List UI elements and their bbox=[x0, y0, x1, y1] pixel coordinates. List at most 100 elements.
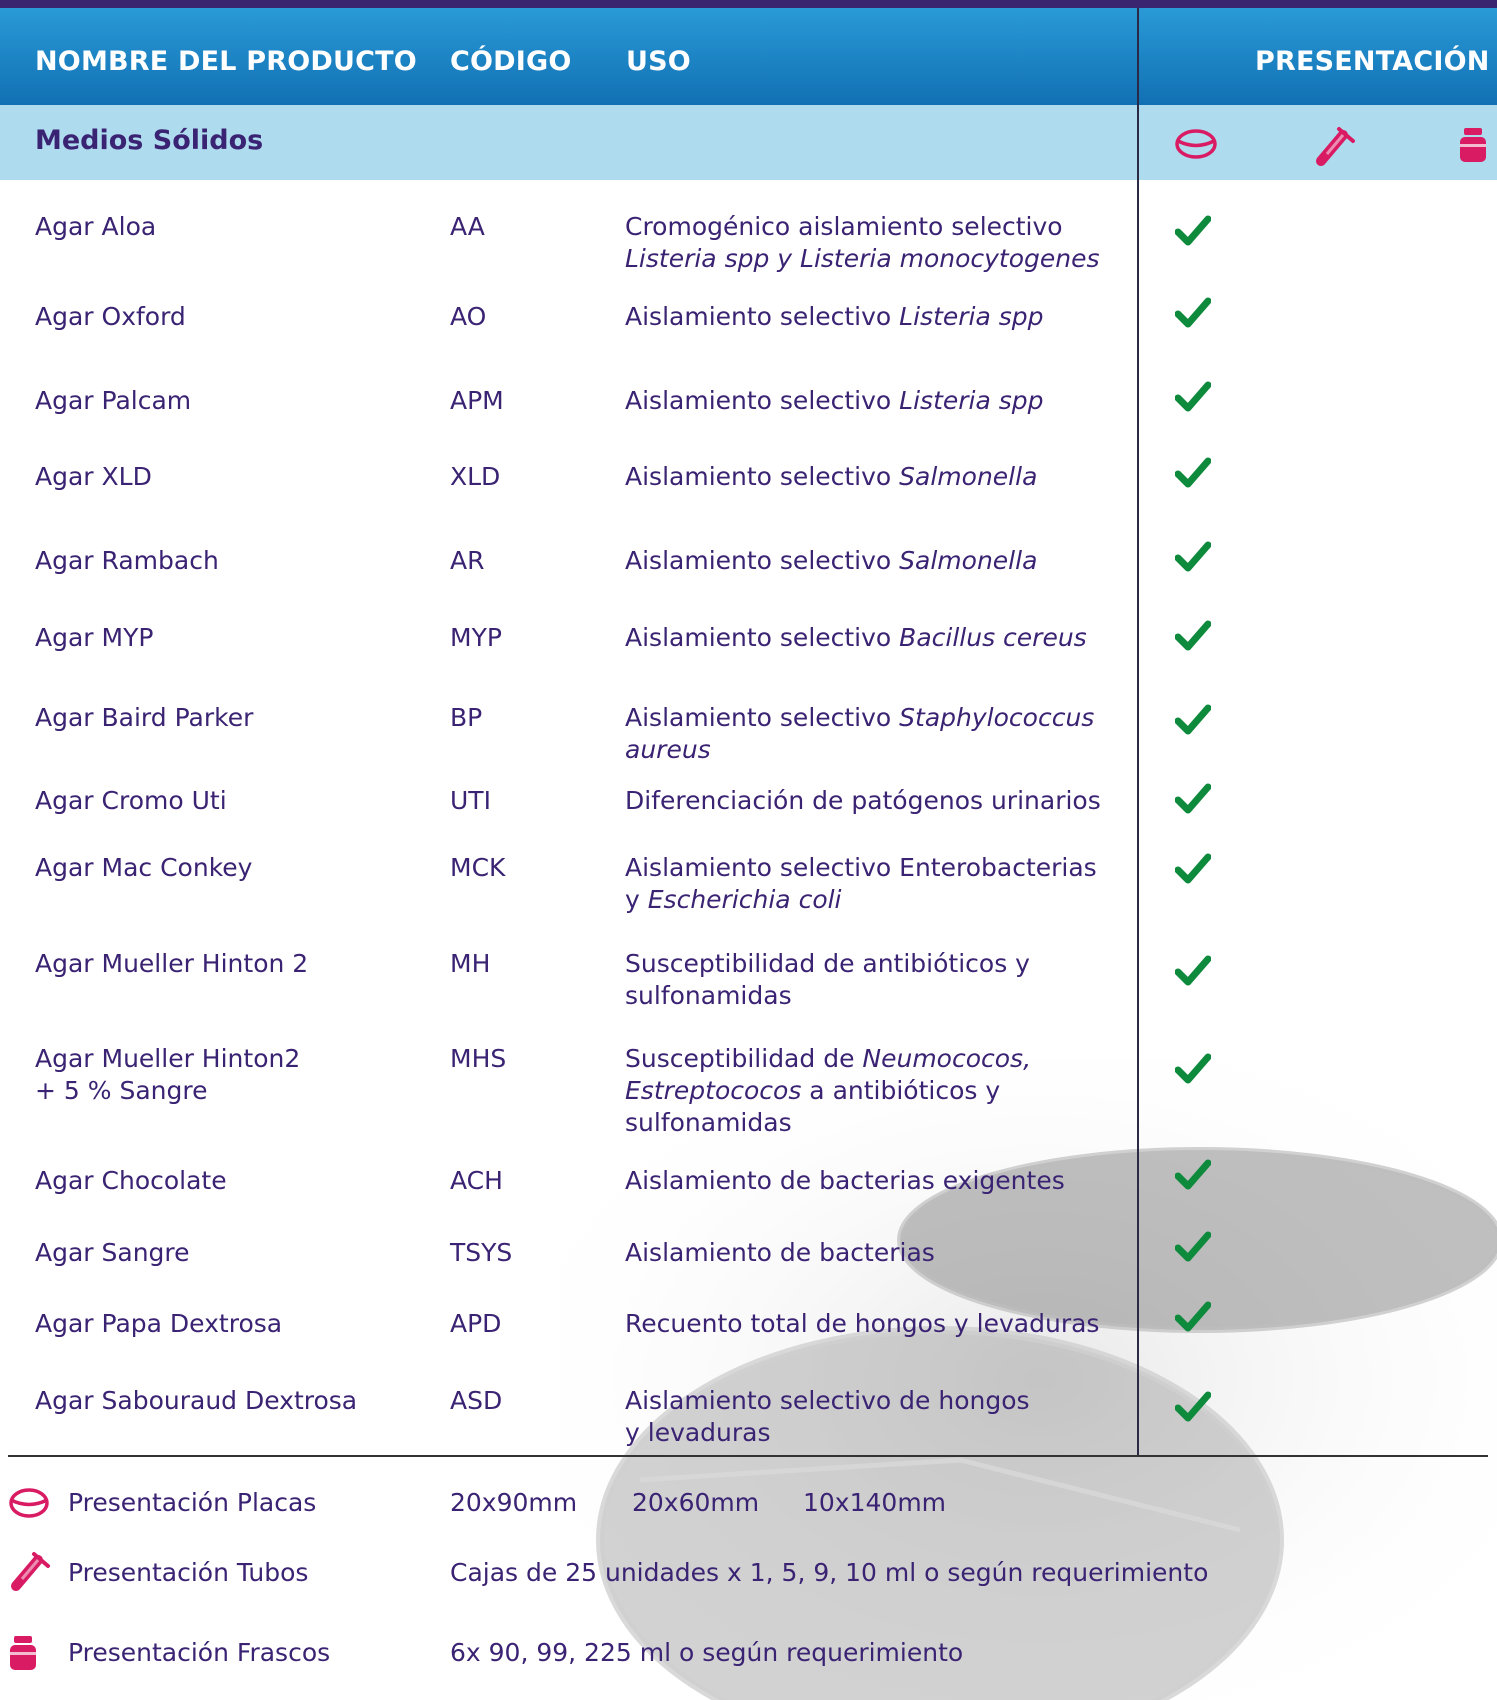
use-organism: Salmonella bbox=[899, 546, 1038, 575]
section-solid-media: Medios Sólidos bbox=[0, 105, 1497, 180]
product-use-line1: Aislamiento selectivo Listeria spp bbox=[625, 385, 1044, 417]
use-text: Aislamiento selectivo bbox=[625, 703, 900, 732]
use-text: Recuento total de hongos y levaduras bbox=[625, 1309, 1100, 1338]
use-organism: Listeria spp bbox=[899, 386, 1044, 415]
check-icon bbox=[1175, 704, 1211, 735]
product-code: AA bbox=[450, 212, 485, 241]
use-text: Aislamiento selectivo Enterobacterias bbox=[625, 853, 1097, 882]
product-name: Agar Mueller Hinton2 bbox=[35, 1044, 301, 1073]
use-text: y levaduras bbox=[625, 1418, 771, 1447]
product-use-line1: Aislamiento selectivo Listeria spp bbox=[625, 301, 1044, 333]
product-use-line1: Recuento total de hongos y levaduras bbox=[625, 1308, 1099, 1340]
check-icon bbox=[1175, 853, 1211, 884]
section-title: Medios Sólidos bbox=[35, 125, 264, 156]
product-use-line1: Aislamiento selectivo Salmonella bbox=[625, 461, 1037, 493]
check-icon bbox=[1175, 1391, 1211, 1422]
check-icon bbox=[1175, 955, 1211, 986]
product-use-line2: y levaduras bbox=[625, 1417, 771, 1449]
legend-placas-size-1: 20x90mm bbox=[450, 1488, 578, 1517]
use-text: Aislamiento selectivo bbox=[625, 302, 900, 331]
product-use-line1: Aislamiento selectivo Staphylococcus bbox=[625, 702, 1094, 734]
check-icon bbox=[1175, 297, 1211, 328]
use-text: Aislamiento de bacterias bbox=[625, 1238, 935, 1267]
petri-dish-background bbox=[560, 1060, 1497, 1700]
check-icon bbox=[1175, 541, 1211, 572]
use-text: Susceptibilidad de antibióticos y bbox=[625, 949, 1030, 978]
product-name: Agar Sabouraud Dextrosa bbox=[35, 1386, 358, 1415]
product-name: Agar Baird Parker bbox=[35, 703, 254, 732]
product-code: ASD bbox=[450, 1386, 503, 1415]
bottle-icon bbox=[10, 1636, 36, 1670]
use-text: Aislamiento de bacterias exigentes bbox=[625, 1166, 1065, 1195]
product-code: APM bbox=[450, 386, 504, 415]
product-name: Agar Chocolate bbox=[35, 1166, 227, 1195]
product-code: XLD bbox=[450, 462, 501, 491]
use-organism: Listeria spp bbox=[899, 302, 1044, 331]
presentation-divider bbox=[1137, 8, 1139, 1456]
product-use-line1: Aislamiento selectivo de hongos bbox=[625, 1385, 1030, 1417]
legend-placas-label: Presentación Placas bbox=[68, 1488, 317, 1517]
check-icon bbox=[1175, 215, 1211, 246]
use-text: Aislamiento selectivo bbox=[625, 462, 900, 491]
use-text: Aislamiento selectivo bbox=[625, 386, 900, 415]
legend-tubos-desc: Cajas de 25 unidades x 1, 5, 9, 10 ml o … bbox=[450, 1558, 1209, 1587]
product-name: Agar Aloa bbox=[35, 212, 157, 241]
tube-icon bbox=[11, 1552, 50, 1591]
legend-frascos-label: Presentación Frascos bbox=[68, 1638, 331, 1667]
use-text: a antibióticos y bbox=[801, 1076, 1001, 1105]
check-icon bbox=[1175, 1053, 1211, 1084]
check-icon bbox=[1175, 381, 1211, 412]
header-product-name: NOMBRE DEL PRODUCTO bbox=[35, 46, 417, 77]
product-name: Agar Papa Dextrosa bbox=[35, 1309, 283, 1338]
use-text: Susceptibilidad de bbox=[625, 1044, 863, 1073]
product-name: Agar Mueller Hinton 2 bbox=[35, 949, 309, 978]
tube-icon bbox=[1316, 127, 1355, 166]
product-name: Agar XLD bbox=[35, 462, 152, 491]
check-icon bbox=[1175, 783, 1211, 814]
product-code: MH bbox=[450, 949, 491, 978]
legend-tubos-label: Presentación Tubos bbox=[68, 1558, 309, 1587]
check-icon bbox=[1175, 1301, 1211, 1332]
use-text: Cromogénico aislamiento selectivo bbox=[625, 212, 1063, 241]
product-use-line1: Cromogénico aislamiento selectivo bbox=[625, 211, 1063, 243]
product-use-line2: y Escherichia coli bbox=[625, 884, 842, 916]
product-use-line3: sulfonamidas bbox=[625, 1108, 792, 1137]
product-code: AO bbox=[450, 302, 487, 331]
product-code: TSYS bbox=[450, 1238, 513, 1267]
product-name: Agar Rambach bbox=[35, 546, 219, 575]
product-use-line2: Estreptococos a antibióticos y bbox=[625, 1075, 1000, 1107]
use-organism: aureus bbox=[625, 735, 711, 764]
table-header: NOMBRE DEL PRODUCTO CÓDIGO USO PRESENTAC… bbox=[0, 8, 1497, 105]
use-organism: Escherichia coli bbox=[647, 885, 842, 914]
product-code: AR bbox=[450, 546, 485, 575]
check-icon bbox=[1175, 1159, 1211, 1190]
use-text: sulfonamidas bbox=[625, 981, 792, 1010]
plate-icon bbox=[1175, 129, 1217, 159]
use-organism: Bacillus cereus bbox=[899, 623, 1087, 652]
use-text: Diferenciación de patógenos urinarios bbox=[625, 786, 1101, 815]
use-organism: Estreptococos bbox=[625, 1076, 802, 1105]
header-use: USO bbox=[626, 46, 691, 77]
product-name: Agar Mac Conkey bbox=[35, 853, 253, 882]
product-code: BP bbox=[450, 703, 483, 732]
use-organism: Neumococos, bbox=[862, 1044, 1032, 1073]
top-strip bbox=[0, 0, 1497, 8]
product-use-line2: Listeria spp y Listeria monocytogenes bbox=[625, 243, 1100, 275]
product-name: Agar Palcam bbox=[35, 386, 192, 415]
product-use-line1: Susceptibilidad de antibióticos y bbox=[625, 948, 1030, 980]
legend-placas-size-3: 10x140mm bbox=[803, 1488, 947, 1517]
product-name-line2: + 5 % Sangre bbox=[35, 1076, 208, 1105]
product-use-line1: Susceptibilidad de Neumococos, bbox=[625, 1043, 1031, 1075]
product-name: Agar Sangre bbox=[35, 1238, 190, 1267]
product-name: Agar Oxford bbox=[35, 302, 186, 331]
header-presentation: PRESENTACIÓN bbox=[1255, 46, 1490, 77]
table-bottom-rule bbox=[8, 1455, 1488, 1457]
use-text: Aislamiento selectivo bbox=[625, 546, 900, 575]
bottle-icon bbox=[1460, 128, 1486, 162]
use-text: Aislamiento selectivo de hongos bbox=[625, 1386, 1030, 1415]
header-code: CÓDIGO bbox=[450, 46, 572, 77]
check-icon bbox=[1175, 620, 1211, 651]
product-code: MCK bbox=[450, 853, 506, 882]
check-icon bbox=[1175, 457, 1211, 488]
use-organism: Listeria spp y Listeria monocytogenes bbox=[625, 244, 1100, 273]
